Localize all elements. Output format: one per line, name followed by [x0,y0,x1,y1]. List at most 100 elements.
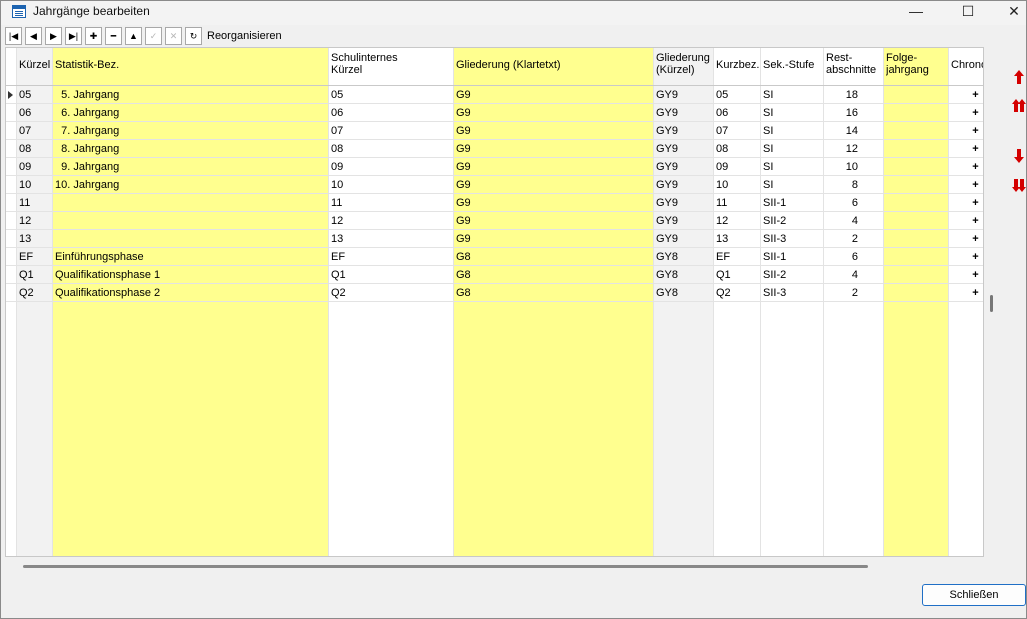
cell-chrono[interactable]: + [948,215,983,227]
cell-kuerzel[interactable]: 06 [19,107,31,119]
cell-kurzbez[interactable]: 07 [716,125,728,137]
cell-gliederung_kuerzel[interactable]: GY8 [656,287,678,299]
cell-chrono[interactable]: + [948,197,983,209]
cell-sek_stufe[interactable]: SII-2 [763,215,786,227]
table-row[interactable] [6,229,983,230]
edit-record-button[interactable]: ▲ [125,27,142,45]
vertical-scrollbar[interactable] [990,295,993,312]
cell-kuerzel[interactable]: 11 [19,197,30,209]
cancel-record-button[interactable]: ✕ [165,27,182,45]
cell-kuerzel[interactable]: 09 [19,161,31,173]
cell-rest[interactable]: 4 [823,269,858,281]
cell-kuerzel[interactable]: EF [19,251,33,263]
cell-gliederung_kuerzel[interactable]: GY9 [656,89,678,101]
move-down-button[interactable] [1011,147,1026,165]
cell-gliederung_kuerzel[interactable]: GY9 [656,125,678,137]
cell-sek_stufe[interactable]: SII-1 [763,197,786,209]
column-header-kurzbez[interactable]: Kurzbez. [716,59,759,71]
cell-gliederung_text[interactable]: G8 [456,269,471,281]
column-header-rest[interactable]: Rest- abschnitte [826,52,882,76]
cell-schul_kuerzel[interactable]: Q1 [331,269,346,281]
cell-rest[interactable]: 2 [823,233,858,245]
cell-kurzbez[interactable]: 09 [716,161,728,173]
cell-schul_kuerzel[interactable]: 07 [331,125,343,137]
cell-sek_stufe[interactable]: SI [763,161,773,173]
close-button[interactable]: Schließen [922,584,1026,606]
cell-rest[interactable]: 6 [823,251,858,263]
column-header-sek_stufe[interactable]: Sek.-Stufe [763,59,822,71]
cell-kuerzel[interactable]: 12 [19,215,31,227]
table-row[interactable] [6,139,983,140]
minimize-icon[interactable]: — [893,1,939,25]
cell-gliederung_text[interactable]: G9 [456,143,471,155]
cell-kurzbez[interactable]: 11 [716,197,727,209]
table-row[interactable] [6,157,983,158]
cell-rest[interactable]: 4 [823,215,858,227]
cell-chrono[interactable]: + [948,179,983,191]
cell-statistik[interactable]: Qualifikationsphase 2 [55,287,160,299]
last-record-button[interactable]: ▶| [65,27,82,45]
cell-chrono[interactable]: + [948,287,983,299]
cell-rest[interactable]: 16 [823,107,858,119]
cell-rest[interactable]: 10 [823,161,858,173]
cell-kurzbez[interactable]: Q1 [716,269,731,281]
cell-gliederung_kuerzel[interactable]: GY9 [656,107,678,119]
cell-gliederung_text[interactable]: G9 [456,107,471,119]
move-up-button[interactable] [1011,68,1026,86]
cell-statistik[interactable]: 5. Jahrgang [55,89,119,101]
column-header-statistik[interactable]: Statistik-Bez. [55,59,327,71]
cell-gliederung_text[interactable]: G9 [456,215,471,227]
cell-kurzbez[interactable]: Q2 [716,287,731,299]
jahrgaenge-grid[interactable]: Kürzel Statistik-Bez. Schulinternes Kürzel… [5,47,984,557]
cell-rest[interactable]: 6 [823,197,858,209]
cell-schul_kuerzel[interactable]: Q2 [331,287,346,299]
cell-schul_kuerzel[interactable]: 10 [331,179,343,191]
delete-record-button[interactable]: ━ [105,27,122,45]
cell-kurzbez[interactable]: 12 [716,215,728,227]
table-row[interactable] [6,103,983,104]
cell-sek_stufe[interactable]: SII-3 [763,287,786,299]
cell-gliederung_text[interactable]: G9 [456,125,471,137]
first-record-button[interactable]: |◀ [5,27,22,45]
cell-rest[interactable]: 8 [823,179,858,191]
cell-gliederung_text[interactable]: G9 [456,179,471,191]
table-row[interactable] [6,193,983,194]
cell-sek_stufe[interactable]: SI [763,107,773,119]
cell-gliederung_kuerzel[interactable]: GY9 [656,179,678,191]
cell-schul_kuerzel[interactable]: 12 [331,215,343,227]
cell-chrono[interactable]: + [948,251,983,263]
cell-kuerzel[interactable]: 05 [19,89,31,101]
cell-rest[interactable]: 12 [823,143,858,155]
horizontal-scrollbar[interactable] [23,565,868,568]
table-row[interactable] [6,211,983,212]
cell-sek_stufe[interactable]: SII-2 [763,269,786,281]
cell-statistik[interactable]: 9. Jahrgang [55,161,119,173]
table-row[interactable] [6,265,983,266]
cell-gliederung_text[interactable]: G9 [456,197,471,209]
column-header-gliederung_kuerzel[interactable]: Gliederung (Kürzel) [656,52,712,76]
cell-sek_stufe[interactable]: SI [763,143,773,155]
cell-chrono[interactable]: + [948,89,983,101]
cell-chrono[interactable]: + [948,143,983,155]
cell-chrono[interactable]: + [948,161,983,173]
cell-schul_kuerzel[interactable]: 11 [331,197,342,209]
cell-sek_stufe[interactable]: SII-3 [763,233,786,245]
cell-kuerzel[interactable]: 07 [19,125,31,137]
cell-gliederung_text[interactable]: G8 [456,287,471,299]
next-record-button[interactable]: ▶ [45,27,62,45]
cell-schul_kuerzel[interactable]: 05 [331,89,343,101]
close-icon[interactable]: ✕ [991,1,1026,25]
cell-gliederung_kuerzel[interactable]: GY8 [656,269,678,281]
cell-statistik[interactable]: 8. Jahrgang [55,143,119,155]
cell-kuerzel[interactable]: 10 [19,179,31,191]
cell-sek_stufe[interactable]: SI [763,125,773,137]
cell-chrono[interactable]: + [948,269,983,281]
cell-chrono[interactable]: + [948,125,983,137]
cell-chrono[interactable]: + [948,233,983,245]
cell-sek_stufe[interactable]: SI [763,89,773,101]
column-header-gliederung_text[interactable]: Gliederung (Klartetxt) [456,59,652,71]
cell-sek_stufe[interactable]: SII-1 [763,251,786,263]
refresh-button[interactable]: ↻ [185,27,202,45]
table-row[interactable] [6,301,983,302]
cell-kuerzel[interactable]: 08 [19,143,31,155]
